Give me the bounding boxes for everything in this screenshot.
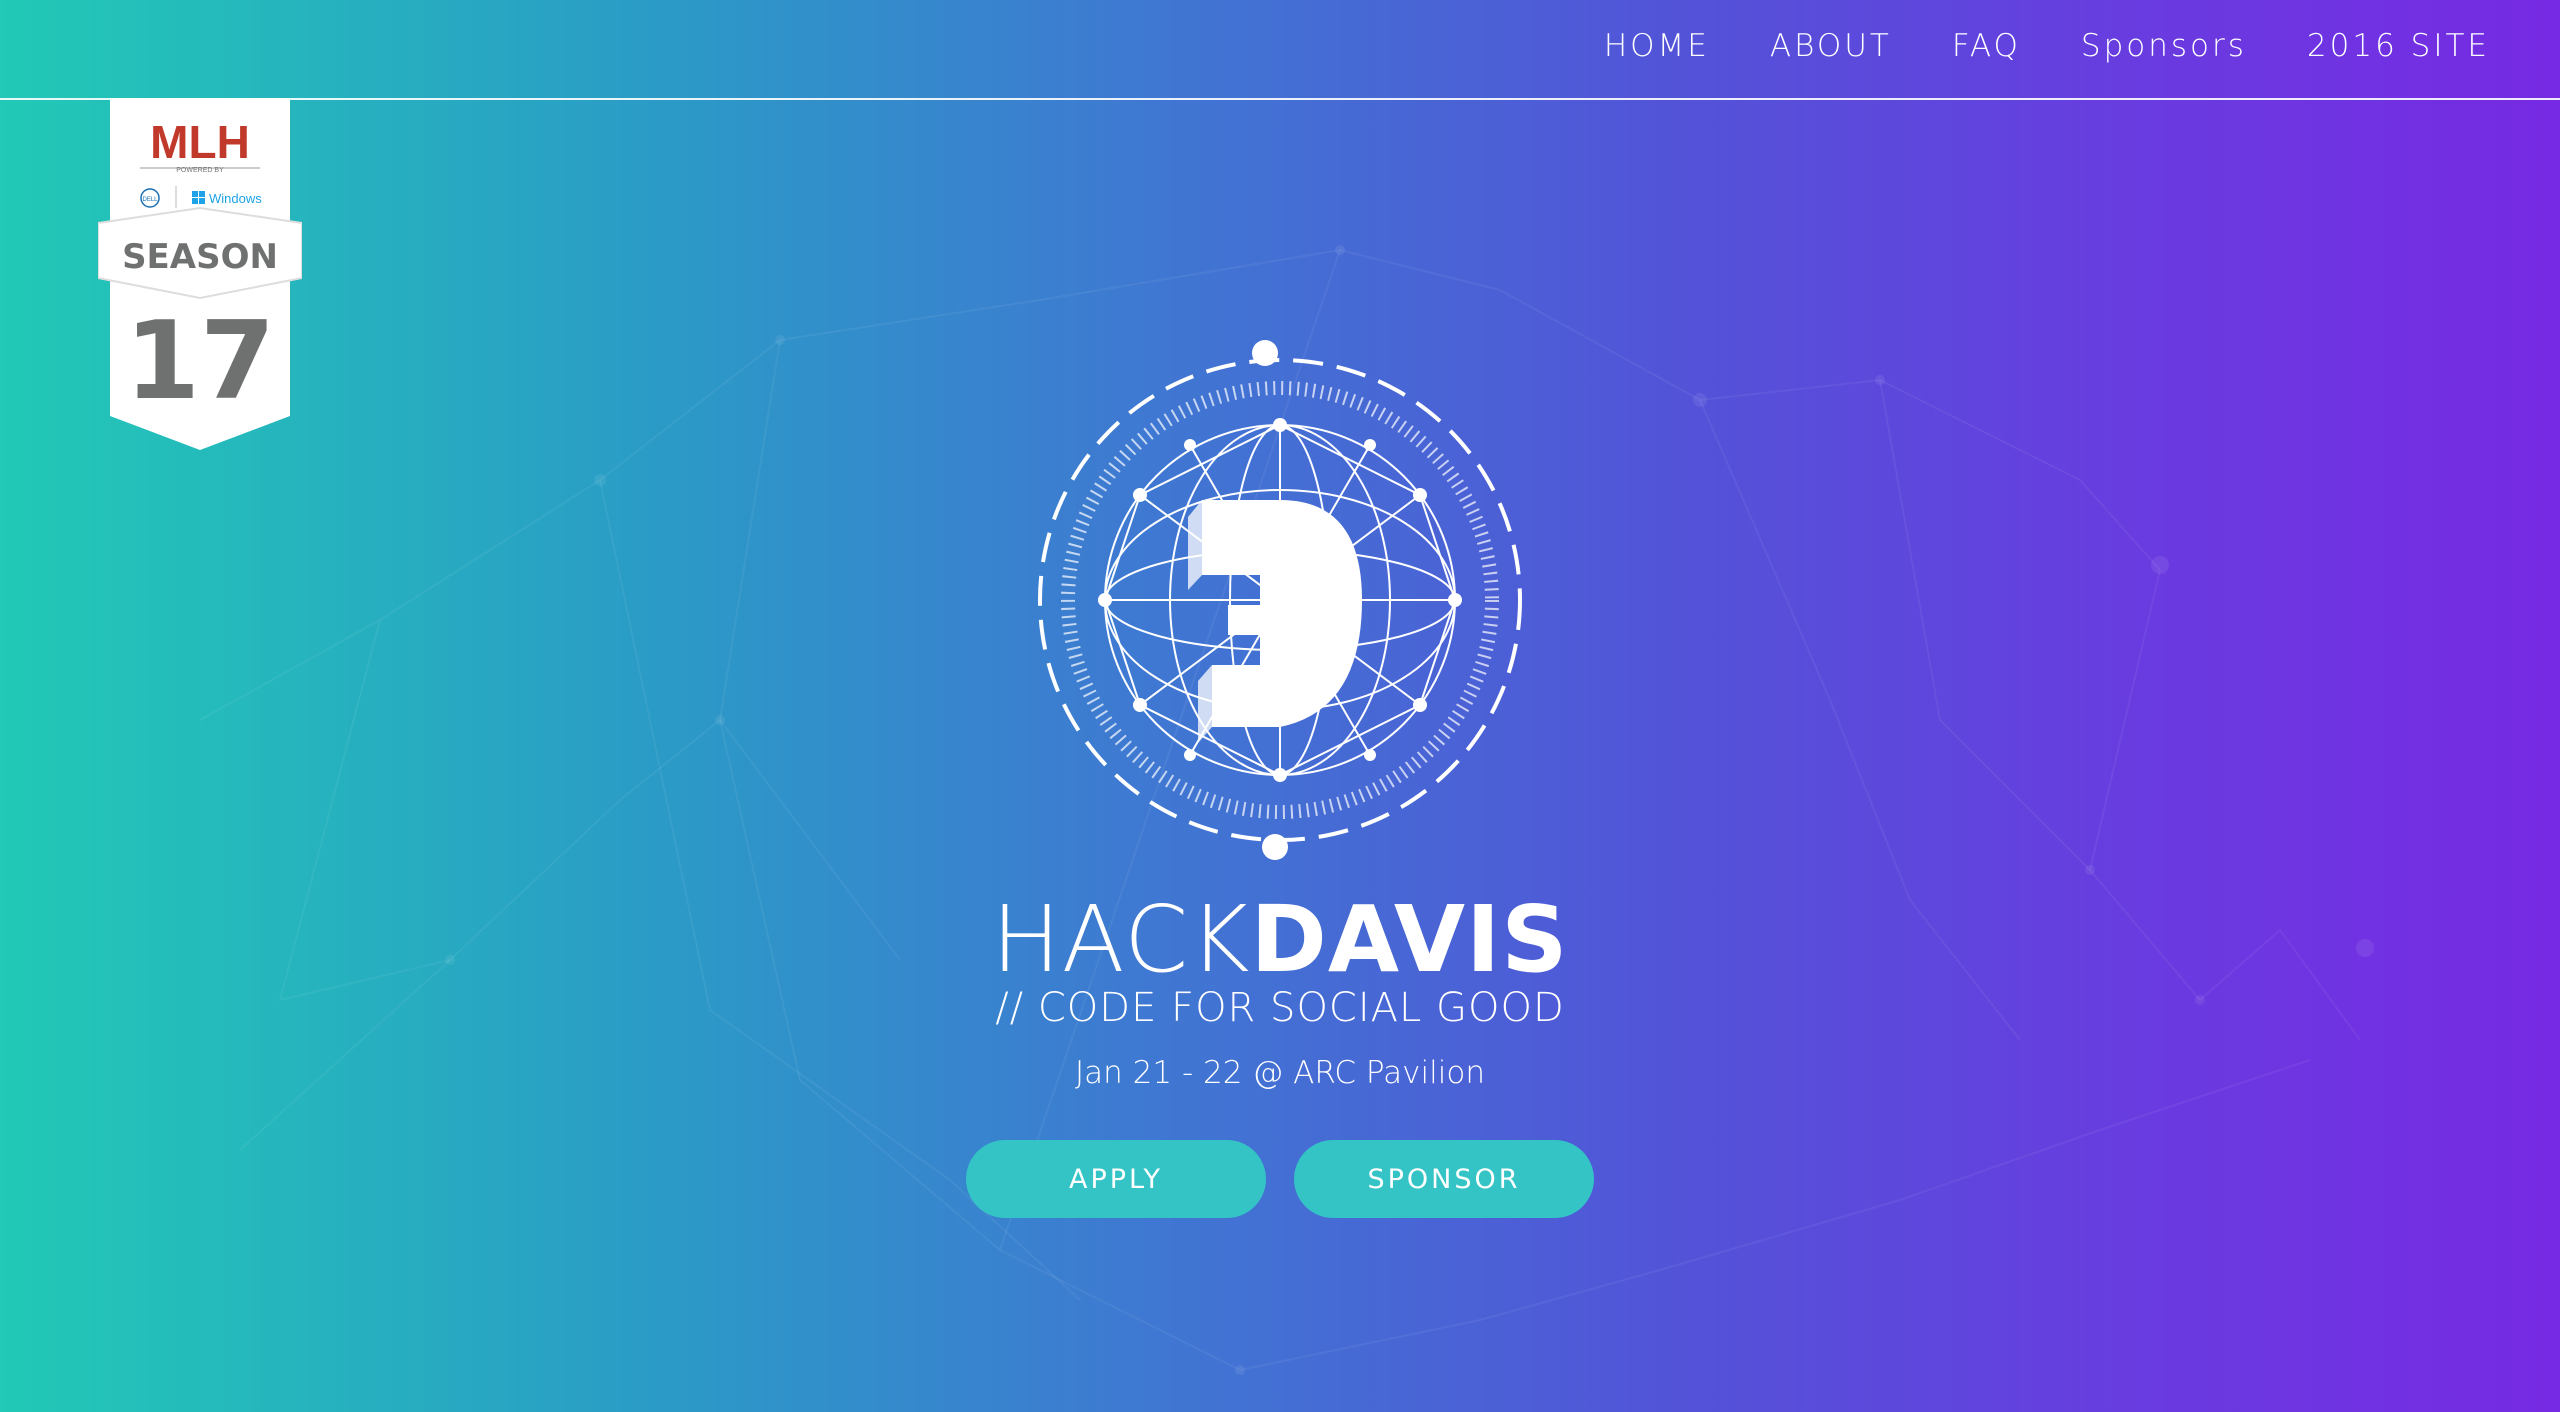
svg-text:DELL: DELL	[142, 197, 158, 203]
apply-button[interactable]: APPLY	[966, 1140, 1266, 1218]
hero-tagline: // CODE FOR SOCIAL GOOD	[995, 985, 1565, 1031]
powered-by-label: POWERED BY	[176, 167, 224, 174]
mlh-season-badge[interactable]: MLH POWERED BY DELL Windows SEASON 17	[98, 98, 302, 450]
sponsor-button[interactable]: SPONSOR	[1294, 1140, 1594, 1218]
nav-faq-link[interactable]: FAQ	[1952, 28, 2021, 64]
top-navigation-bar: HOME ABOUT FAQ Sponsors 2016 SITE	[0, 0, 2560, 100]
season-number: 17	[125, 299, 275, 424]
hackdavis-logo-icon	[1038, 340, 1522, 860]
nav-sponsors-link[interactable]: Sponsors	[2081, 28, 2247, 64]
season-label: SEASON	[122, 237, 278, 277]
nav-2016-site-link[interactable]: 2016 SITE	[2307, 28, 2490, 64]
nav-about-link[interactable]: ABOUT	[1770, 28, 1892, 64]
main-nav: HOME ABOUT FAQ Sponsors 2016 SITE	[1544, 28, 2490, 64]
windows-logo: Windows	[209, 191, 262, 206]
mlh-logo: MLH	[150, 116, 250, 168]
hero-title-hack: HACK	[991, 886, 1251, 993]
event-date-location: Jan 21 - 22 @ ARC Pavilion	[1075, 1055, 1485, 1091]
hero-title: HACKDAVIS	[0, 890, 2560, 990]
hero-title-davis: DAVIS	[1250, 886, 1569, 993]
nav-home-link[interactable]: HOME	[1604, 28, 1710, 64]
